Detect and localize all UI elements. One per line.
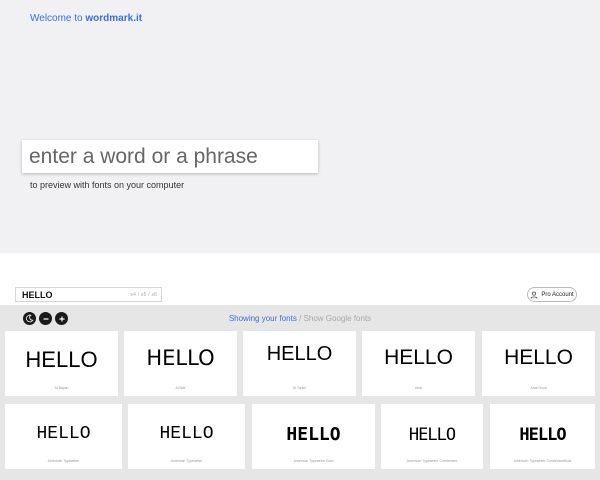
font-card[interactable]: HELLO Arial (362, 331, 475, 396)
font-name: American Typewriter (170, 459, 203, 463)
font-card[interactable]: HELLO Al Tarikh (243, 331, 356, 396)
font-card[interactable]: HELLO Al Bayan (5, 331, 118, 396)
font-card[interactable]: HELLO American Typewriter Bold (252, 404, 375, 469)
hero-section: Welcome to wordmark.it enter a word or a… (0, 0, 600, 253)
font-card[interactable]: HELLO Arial Nova (482, 331, 595, 396)
preview-toolbar: HELLO s4 / s5 / s6 Pro Account (0, 283, 600, 305)
font-card[interactable]: HELLO Al Nile (124, 331, 237, 396)
font-sample: HELLO (504, 346, 573, 369)
font-sample: HELLO (384, 346, 453, 369)
font-sample: HELLO (519, 425, 566, 445)
hero-subtitle: to preview with fonts on your computer (30, 180, 185, 190)
welcome-text: Welcome to wordmark.it (30, 13, 142, 24)
phrase-input-placeholder: enter a word or a phrase (29, 144, 258, 168)
font-sample: HELLO (36, 424, 91, 444)
pro-account-label: Pro Account (541, 291, 574, 298)
size-options[interactable]: s4 / s5 / s6 (130, 292, 161, 298)
font-name: Al Bayan (54, 386, 69, 390)
font-name: Arial Nova (530, 386, 547, 390)
font-card[interactable]: HELLO American Typewriter CondensedBold (490, 404, 595, 469)
phrase-input[interactable]: enter a word or a phrase (22, 140, 318, 173)
font-name: American Typewriter Condensed (406, 459, 458, 463)
welcome-prefix: Welcome to (30, 13, 83, 24)
font-sample: HELLO (159, 424, 214, 444)
preview-text-value: HELLO (22, 289, 53, 300)
font-sample: HELLO (286, 424, 341, 445)
source-separator: / (299, 314, 302, 323)
font-sample: HELLO (146, 346, 215, 370)
font-name: American Typewriter CondensedBold (513, 459, 572, 463)
font-sample: HELLO (408, 425, 456, 445)
app-root: Welcome to wordmark.it enter a word or a… (0, 0, 600, 480)
brand-link[interactable]: wordmark.it (85, 13, 142, 24)
font-name: Al Tarikh (292, 386, 307, 390)
font-card[interactable]: HELLO American Typewriter (5, 404, 122, 469)
font-name: American Typewriter Bold (293, 459, 334, 463)
your-fonts-link[interactable]: Showing your fonts (229, 314, 297, 323)
font-name: Al Nile (175, 386, 186, 390)
font-source-switch: Showing your fonts / Show Google fonts (0, 314, 600, 323)
google-fonts-link[interactable]: Show Google fonts (304, 314, 372, 323)
font-card[interactable]: HELLO American Typewriter Condensed (381, 404, 483, 469)
font-sample: HELLO (25, 347, 98, 372)
font-name: American Typewriter (47, 459, 80, 463)
user-icon (530, 291, 538, 299)
preview-text-input[interactable]: HELLO s4 / s5 / s6 (15, 287, 162, 302)
pro-account-button[interactable]: Pro Account (527, 287, 577, 302)
font-name: Arial (414, 386, 422, 390)
font-sample: HELLO (266, 343, 333, 365)
font-card[interactable]: HELLO American Typewriter (128, 404, 245, 469)
